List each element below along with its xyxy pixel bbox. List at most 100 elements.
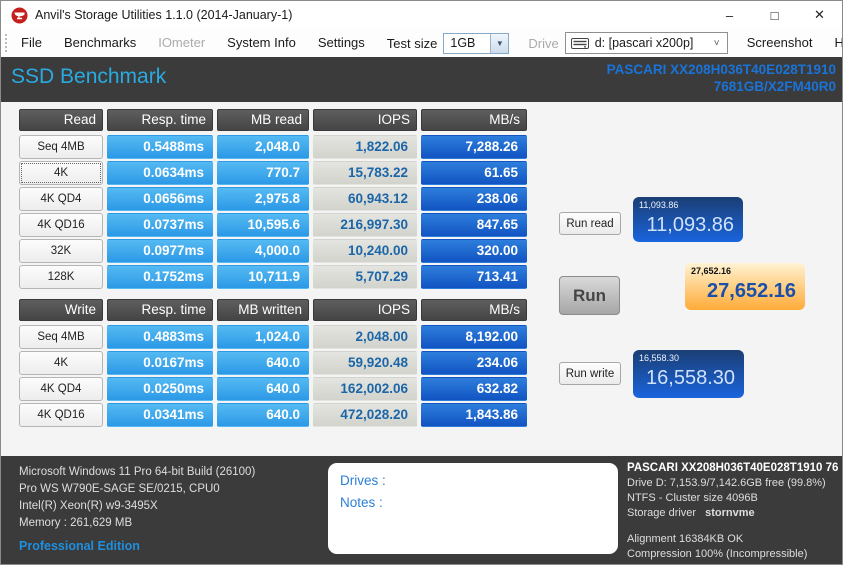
app-window: Anvil's Storage Utilities 1.1.0 (2014-Ja…	[0, 0, 843, 565]
menu-file[interactable]: File	[12, 30, 51, 56]
read-4kqd16-iops: 216,997.30	[313, 213, 417, 237]
write-4k-button[interactable]: 4K	[19, 351, 103, 375]
mbs-col-header: MB/s	[421, 299, 527, 321]
system-info-block: Microsoft Windows 11 Pro 64-bit Build (2…	[19, 464, 255, 532]
read-4kqd16-button[interactable]: 4K QD16	[19, 213, 103, 237]
storage-driver-label: Storage driver	[627, 507, 696, 519]
main-area: Read Resp. time MB read IOPS MB/s Seq 4M…	[1, 102, 842, 456]
notes-label: Notes :	[340, 492, 606, 514]
anvil-app-icon	[11, 7, 28, 24]
drive-info-block: PASCARI XX208H036T40E028T1910 76 Drive D…	[627, 461, 838, 562]
read-seq4mb-button[interactable]: Seq 4MB	[19, 135, 103, 159]
write-score-small: 16,558.30	[639, 353, 735, 363]
read-128k-button[interactable]: 128K	[19, 265, 103, 289]
write-4k-mbs: 234.06	[421, 351, 527, 375]
disk-drive-icon	[571, 38, 589, 49]
write-4k-mb: 640.0	[217, 351, 309, 375]
write-seq4mb-mbs: 8,192.00	[421, 325, 527, 349]
minimize-button[interactable]: –	[707, 1, 752, 29]
read-seq4mb-resp: 0.5488ms	[107, 135, 213, 159]
write-4kqd4-resp: 0.0250ms	[107, 377, 213, 401]
read-4k-button[interactable]: 4K	[19, 161, 103, 185]
read-4k-mb: 770.7	[217, 161, 309, 185]
write-score-value: 16,558.30	[639, 366, 735, 390]
edition-label: Professional Edition	[19, 539, 140, 553]
device-model-line1: PASCARI XX208H036T40E028T1910	[607, 61, 836, 78]
read-4kqd4-resp: 0.0656ms	[107, 187, 213, 211]
read-128k-iops: 5,707.29	[313, 265, 417, 289]
run-read-button[interactable]: Run read	[559, 212, 621, 235]
benchmark-header: SSD Benchmark PASCARI XX208H036T40E028T1…	[1, 57, 842, 102]
mbs-col-header: MB/s	[421, 109, 527, 131]
alignment-info: Alignment 16384KB OK	[627, 532, 838, 547]
write-table: Write Resp. time MB written IOPS MB/s Se…	[19, 299, 527, 427]
mb-read-col-header: MB read	[217, 109, 309, 131]
read-4kqd16-mbs: 847.65	[421, 213, 527, 237]
menu-screenshot[interactable]: Screenshot	[738, 30, 822, 56]
menu-settings[interactable]: Settings	[309, 30, 374, 56]
drive-value: d: [pascari x200p]	[589, 36, 707, 50]
run-button[interactable]: Run	[559, 276, 620, 315]
write-4k-iops: 59,920.48	[313, 351, 417, 375]
title-bar: Anvil's Storage Utilities 1.1.0 (2014-Ja…	[1, 1, 842, 29]
write-seq4mb-button[interactable]: Seq 4MB	[19, 325, 103, 349]
test-size-select[interactable]: 1GB ▼	[443, 33, 509, 54]
read-seq4mb-mbs: 7,288.26	[421, 135, 527, 159]
read-32k-iops: 10,240.00	[313, 239, 417, 263]
resp-time-col-header: Resp. time	[107, 109, 213, 131]
total-score-box: 27,652.16 27,652.16	[685, 263, 805, 310]
window-controls: – □ ✕	[707, 1, 842, 29]
drive-select[interactable]: d: [pascari x200p] ˅	[565, 32, 728, 54]
read-4kqd16-resp: 0.0737ms	[107, 213, 213, 237]
drive-label: Drive	[519, 36, 564, 51]
read-4kqd4-mb: 2,975.8	[217, 187, 309, 211]
menu-iometer: IOmeter	[149, 30, 214, 56]
close-button[interactable]: ✕	[797, 1, 842, 29]
read-4k-resp: 0.0634ms	[107, 161, 213, 185]
maximize-button[interactable]: □	[752, 1, 797, 29]
write-4kqd16-mbs: 1,843.86	[421, 403, 527, 427]
total-score-small: 27,652.16	[691, 266, 796, 276]
filesystem-info: NTFS - Cluster size 4096B	[627, 491, 838, 506]
compression-info: Compression 100% (Incompressible)	[627, 547, 838, 562]
menu-benchmarks[interactable]: Benchmarks	[55, 30, 145, 56]
read-seq4mb-iops: 1,822.06	[313, 135, 417, 159]
read-32k-resp: 0.0977ms	[107, 239, 213, 263]
chevron-down-icon[interactable]: ˅	[707, 38, 727, 49]
write-4kqd4-button[interactable]: 4K QD4	[19, 377, 103, 401]
menu-help[interactable]: Help	[825, 30, 843, 56]
read-128k-mb: 10,711.9	[217, 265, 309, 289]
write-4kqd4-mb: 640.0	[217, 377, 309, 401]
storage-driver-line: Storage driver stornvme	[627, 506, 838, 521]
write-4k-resp: 0.0167ms	[107, 351, 213, 375]
read-32k-mbs: 320.00	[421, 239, 527, 263]
drives-notes-box[interactable]: Drives : Notes :	[328, 463, 618, 554]
drives-label: Drives :	[340, 470, 606, 492]
read-4kqd4-mbs: 238.06	[421, 187, 527, 211]
read-score-box: 11,093.86 11,093.86	[633, 197, 743, 242]
write-4kqd16-resp: 0.0341ms	[107, 403, 213, 427]
write-seq4mb-resp: 0.4883ms	[107, 325, 213, 349]
menu-bar: File Benchmarks IOmeter System Info Sett…	[1, 29, 842, 57]
device-model-line2: 7681GB/X2FM40R0	[607, 78, 836, 95]
run-write-button[interactable]: Run write	[559, 362, 621, 385]
read-4kqd4-iops: 60,943.12	[313, 187, 417, 211]
read-4kqd16-mb: 10,595.6	[217, 213, 309, 237]
device-model: PASCARI XX208H036T40E028T1910 7681GB/X2F…	[607, 57, 836, 102]
mb-written-col-header: MB written	[217, 299, 309, 321]
storage-driver-value: stornvme	[705, 507, 755, 519]
resp-time-col-header: Resp. time	[107, 299, 213, 321]
drive-device-title: PASCARI XX208H036T40E028T1910 76	[627, 461, 838, 476]
dropdown-arrow-icon[interactable]: ▼	[490, 34, 508, 53]
menu-system-info[interactable]: System Info	[218, 30, 305, 56]
write-4kqd16-iops: 472,028.20	[313, 403, 417, 427]
read-score-small: 11,093.86	[639, 200, 734, 210]
write-seq4mb-mb: 1,024.0	[217, 325, 309, 349]
read-4kqd4-button[interactable]: 4K QD4	[19, 187, 103, 211]
memory-info: Memory : 261,629 MB	[19, 515, 255, 532]
write-4kqd16-mb: 640.0	[217, 403, 309, 427]
read-4k-iops: 15,783.22	[313, 161, 417, 185]
read-score-value: 11,093.86	[639, 213, 734, 237]
write-4kqd16-button[interactable]: 4K QD16	[19, 403, 103, 427]
read-32k-button[interactable]: 32K	[19, 239, 103, 263]
